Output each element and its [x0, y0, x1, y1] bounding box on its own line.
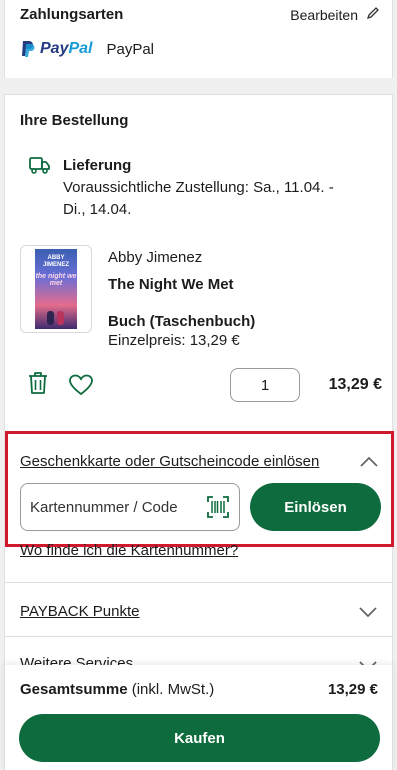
quantity-input[interactable]: 1 [230, 368, 300, 402]
cover-title: the night we met [35, 273, 77, 287]
payment-title: Zahlungsarten [20, 6, 124, 23]
pencil-icon [366, 6, 380, 23]
paypal-logo: Pay Pal [20, 40, 92, 58]
voucher-code-placeholder: Kartennummer / Code [30, 498, 178, 516]
paypal-logo-part2: Pal [68, 40, 93, 57]
divider [5, 582, 394, 583]
truck-icon [29, 155, 51, 221]
cover-figure-right [57, 311, 64, 325]
delivery-heading: Lieferung [63, 157, 132, 174]
voucher-code-input[interactable]: Kartennummer / Code [20, 483, 240, 531]
barcode-scan-icon[interactable] [207, 496, 229, 522]
trash-icon[interactable] [28, 371, 48, 400]
total-label: Gesamtsumme (inkl. MwSt.) [20, 681, 214, 698]
edit-payment-button[interactable]: Bearbeiten [290, 6, 380, 23]
cover-figure-left [47, 311, 54, 325]
heart-icon[interactable] [69, 374, 93, 401]
payment-section: Zahlungsarten Bearbeiten Pay Pal PayPal [4, 0, 393, 78]
cover-author: ABBY JIMENEZ [42, 255, 69, 268]
redeem-button[interactable]: Einlösen [250, 483, 381, 531]
chevron-down-icon[interactable] [358, 605, 378, 623]
delivery-date-line2: Di., 14.04. [63, 201, 132, 218]
total-label-bold: Gesamtsumme [20, 681, 128, 698]
order-item: ABBY JIMENEZ the night we met Abby Jimen… [20, 245, 390, 349]
total-value: 13,29 € [327, 681, 378, 698]
voucher-toggle-link[interactable]: Geschenkkarte oder Gutscheincode einlöse… [20, 453, 319, 470]
delivery-info: Lieferung Voraussichtliche Zustellung: S… [29, 155, 334, 221]
payback-toggle[interactable]: PAYBACK Punkte [20, 603, 140, 620]
item-title[interactable]: The Night We Met [108, 276, 255, 293]
item-actions: 1 13,29 € [20, 368, 382, 404]
item-line-total: 13,29 € [328, 376, 382, 393]
delivery-date-line1: Voraussichtliche Zustellung: Sa., 11.04.… [63, 179, 334, 196]
item-format: Buch (Taschenbuch) [108, 313, 256, 330]
book-cover-image: ABBY JIMENEZ the night we met [35, 249, 77, 329]
payment-method-name: PayPal [106, 40, 155, 58]
buy-button[interactable]: Kaufen [19, 714, 380, 762]
item-author: Abby Jimenez [108, 249, 203, 266]
payment-method: Pay Pal PayPal [20, 40, 154, 58]
item-unit-price: Einzelpreis: 13,29 € [108, 332, 240, 349]
checkout-footer: Gesamtsumme (inkl. MwSt.) 13,29 € Kaufen [4, 665, 393, 770]
book-cover-thumbnail[interactable]: ABBY JIMENEZ the night we met [20, 245, 92, 333]
chevron-up-icon[interactable] [359, 455, 379, 473]
order-title: Ihre Bestellung [20, 112, 129, 129]
card-number-help-link[interactable]: Wo finde ich die Kartennummer? [20, 542, 238, 559]
edit-label: Bearbeiten [290, 6, 358, 23]
paypal-logo-part1: Pay [40, 40, 69, 57]
total-label-suffix: (inkl. MwSt.) [127, 681, 215, 698]
divider [5, 636, 394, 637]
voucher-section: Geschenkkarte oder Gutscheincode einlöse… [5, 431, 394, 547]
